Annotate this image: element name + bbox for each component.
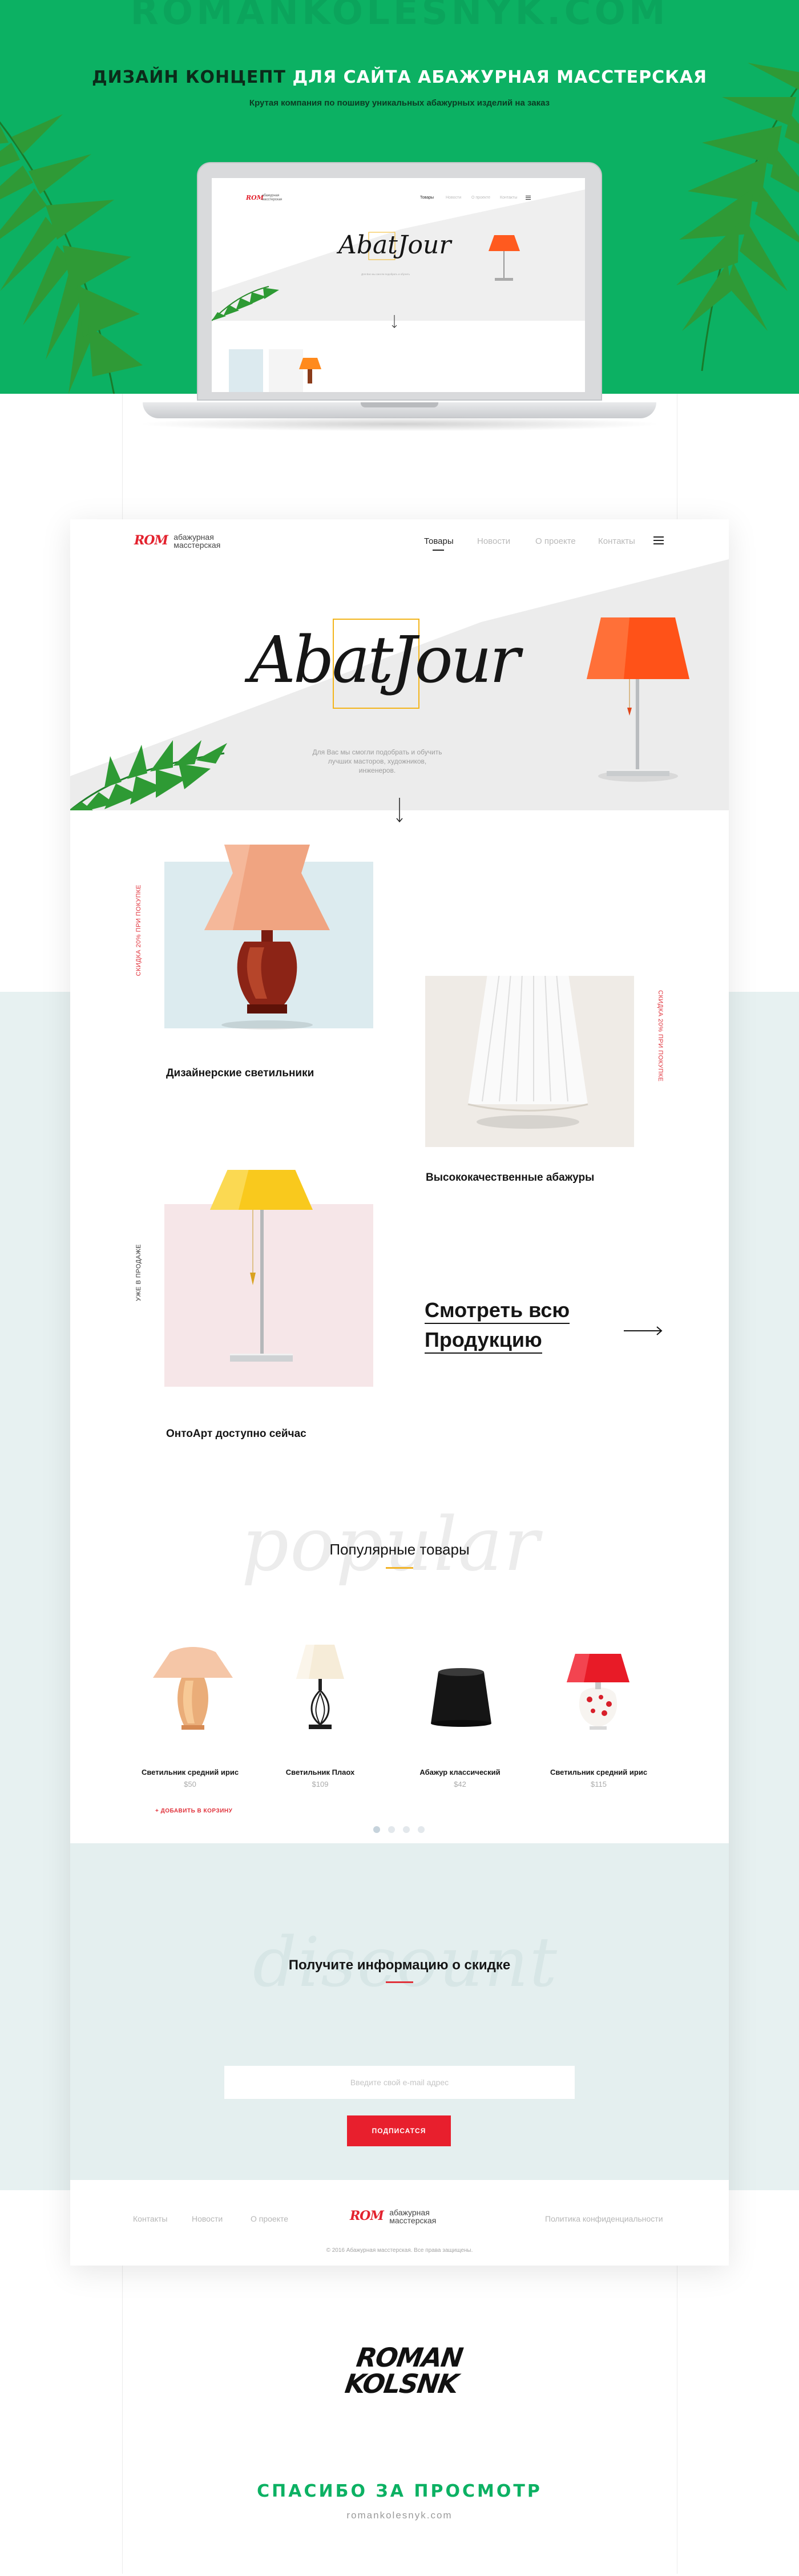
hero-title: ДИЗАЙН КОНЦЕПТ ДЛЯ САЙТА АБАЖУРНАЯ МАССТ… [0, 67, 799, 87]
category-1-image[interactable] [164, 845, 373, 1061]
nav-active-underline [433, 550, 444, 551]
intro-brand-script: AbatJour [249, 623, 520, 697]
arrow-right-icon[interactable] [624, 1325, 664, 1337]
footer-logo-mark: ROM [350, 2208, 384, 2223]
add-to-cart-button[interactable]: + ДОБАВИТЬ В КОРЗИНУ [155, 1808, 232, 1814]
pagination-dot-2[interactable] [388, 1826, 395, 1833]
footer-logo[interactable]: ROM абажурная масстерская [350, 2208, 436, 2224]
product-2-price: $109 [312, 1780, 329, 1788]
svg-text:Товары: Товары [420, 196, 434, 200]
view-all-line1: Смотреть всю [425, 1298, 570, 1324]
logo-mark: ROM [134, 533, 168, 548]
watermark: ROMANKOLESNYK.COM [130, 0, 669, 33]
pagination-dot-1[interactable] [373, 1826, 380, 1833]
svg-text:AbatJour: AbatJour [336, 231, 453, 260]
website-mockup-card: ROM абажурная масстерская Товары Новости… [70, 519, 729, 2266]
footer-link-contacts[interactable]: Контакты [133, 2214, 167, 2223]
site-preview-image: ROM абажурная масстерская Товары Новости… [212, 189, 585, 392]
logo-line2: масстерская [173, 540, 221, 550]
svg-text:Контакты: Контакты [500, 196, 517, 200]
intro-description: Для Вас мы смогли подобрать и обучить лу… [312, 748, 442, 774]
product-2-name: Светильник Плаох [285, 1768, 355, 1776]
category-2-side-label: СКИДКА 20% ПРИ ПОКУПКЕ [657, 990, 664, 1082]
product-card-2[interactable]: Светильник Плаох $109 [263, 1768, 377, 1788]
signature-line2: KOLSNK [343, 2368, 460, 2399]
site-navbar: ROM абажурная масстерская Товары Новости… [70, 519, 729, 559]
nav-item-news[interactable]: Новости [477, 536, 510, 546]
svg-text:ROM: ROM [245, 194, 264, 201]
product-card-3[interactable]: Абажур классический $42 [403, 1768, 517, 1788]
intro-banner: AbatJour Для Вас мы смогли подобрать и о… [70, 559, 729, 810]
product-4-name: Светильник средний ирис [550, 1768, 648, 1776]
site-url[interactable]: romankolesnyk.com [0, 2510, 799, 2521]
product-3-price: $42 [454, 1780, 466, 1788]
product-4-price: $115 [591, 1780, 607, 1788]
pagination-dot-3[interactable] [403, 1826, 410, 1833]
category-2-title[interactable]: Высококачественные абажуры [426, 1172, 594, 1184]
laptop-mockup: ROM абажурная масстерская Товары Новости… [197, 162, 602, 402]
svg-text:Для Вас мы смогли подобрать и: Для Вас мы смогли подобрать и обучить [361, 273, 410, 276]
product-3-image[interactable] [430, 1666, 493, 1729]
product-1-name: Светильник средний ирис [141, 1768, 239, 1776]
subscribe-title-underline [386, 1981, 413, 1983]
category-1-side-label: СКИДКА 20% ПРИ ПОКУПКЕ [135, 885, 142, 976]
hero-title-highlight: ДЛЯ САЙТА АБАЖУРНАЯ МАССТЕРСКАЯ [292, 67, 708, 87]
pagination-dot-4[interactable] [418, 1826, 425, 1833]
orange-lamp-image [587, 617, 689, 782]
svg-text:абажурная: абажурная [262, 194, 279, 197]
category-1-title[interactable]: Дизайнерские светильники [166, 1067, 314, 1080]
hero-subtitle: Крутая компания по пошиву уникальных аба… [249, 98, 550, 108]
svg-text:О проекте: О проекте [471, 196, 490, 200]
laptop-shadow [137, 417, 662, 431]
product-2-image[interactable] [292, 1645, 349, 1736]
product-4-image[interactable] [561, 1654, 635, 1734]
footer-logo-line2: масстерская [389, 2216, 437, 2225]
product-1-image[interactable] [144, 1646, 236, 1732]
menu-burger-icon[interactable] [653, 536, 664, 544]
footer-link-about[interactable]: О проекте [251, 2214, 288, 2223]
laptop-notch [361, 402, 438, 407]
nav-item-about[interactable]: О проекте [535, 536, 576, 546]
product-card-4[interactable]: Светильник средний ирис $115 [542, 1768, 656, 1788]
svg-text:Новости: Новости [446, 196, 461, 200]
category-2-image[interactable] [425, 976, 634, 1147]
product-3-name: Абажур классический [419, 1768, 501, 1776]
footer-logo-text: абажурная масстерская [389, 2208, 436, 2224]
footer-link-news[interactable]: Новости [192, 2214, 223, 2223]
category-3-side-label: УЖЕ В ПРОДАЖЕ [135, 1244, 142, 1302]
svg-text:масстерская: масстерская [262, 198, 282, 201]
popular-section-title: Популярные товары [329, 1541, 470, 1558]
category-3-title[interactable]: ОнтоАрт доступно сейчас [166, 1428, 306, 1440]
product-1-price: $50 [184, 1780, 196, 1788]
nav-item-products[interactable]: Товары [424, 536, 454, 546]
scroll-down-arrow-icon[interactable] [396, 798, 403, 823]
nav-item-contacts[interactable]: Контакты [598, 536, 635, 546]
view-all-line2: Продукцию [425, 1327, 542, 1354]
site-logo[interactable]: ROM абажурная масстерская [134, 533, 220, 549]
palm-leaf-left-image [0, 114, 143, 394]
popular-title-underline [386, 1567, 413, 1569]
signature-line1: ROMAN [354, 2342, 465, 2373]
intro-palm-image [70, 740, 227, 810]
category-3-image[interactable] [164, 1170, 373, 1410]
hero-title-part1: ДИЗАЙН КОНЦЕПТ [91, 67, 293, 87]
footer-link-privacy[interactable]: Политика конфиденциальности [545, 2214, 663, 2223]
signature-logo: ROMAN KOLSNK [343, 2342, 465, 2399]
laptop-screen-preview: ROM абажурная масстерская Товары Новости… [212, 178, 585, 392]
subscribe-button[interactable]: ПОДПИСАТСЯ [347, 2115, 451, 2146]
email-input[interactable] [224, 2066, 575, 2099]
product-card-1[interactable]: Светильник средний ирис $50 [133, 1768, 247, 1788]
thanks-heading: СПАСИБО ЗА ПРОСМОТР [257, 2481, 542, 2501]
footer-copyright: © 2016 Абажурная масстерская. Все права … [326, 2247, 473, 2254]
logo-text: абажурная масстерская [173, 533, 220, 549]
subscribe-title: Получите информацию о скидке [288, 1957, 511, 1973]
view-all-products-link[interactable]: Смотреть всю Продукцию [425, 1295, 570, 1355]
